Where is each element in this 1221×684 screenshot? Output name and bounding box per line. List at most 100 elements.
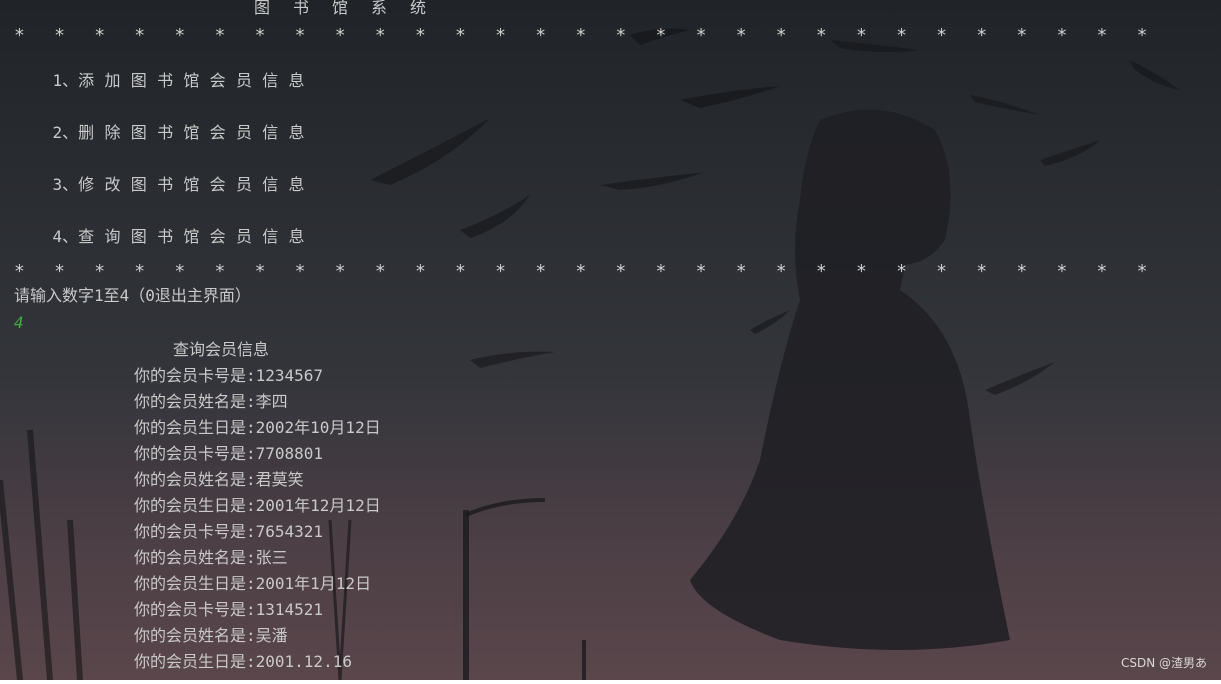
menu-char: 添 bbox=[78, 71, 95, 90]
menu-char: 信 bbox=[262, 71, 279, 90]
menu-item-2: 2、删除图书馆会员信息 bbox=[14, 103, 315, 163]
star-char: * bbox=[896, 261, 907, 282]
menu-char: 员 bbox=[235, 123, 252, 142]
star-char: * bbox=[575, 25, 587, 46]
star-char: * bbox=[294, 261, 306, 282]
star-char: * bbox=[495, 261, 506, 282]
record-line: 你的会员卡号是:1314521 bbox=[134, 600, 324, 619]
star-char: * bbox=[1136, 261, 1148, 282]
csdn-watermark: CSDN @渣男あ bbox=[1120, 656, 1207, 670]
star-char: * bbox=[1136, 25, 1148, 46]
star-char: * bbox=[334, 25, 346, 46]
menu-number: 3、 bbox=[52, 175, 79, 194]
menu-char: 会 bbox=[209, 71, 226, 90]
menu-char: 馆 bbox=[183, 71, 200, 90]
record-line: 你的会员姓名是:君莫笑 bbox=[134, 470, 304, 489]
star-char: * bbox=[414, 261, 426, 282]
menu-char: 员 bbox=[235, 227, 252, 246]
menu-char: 员 bbox=[235, 71, 252, 90]
star-char: * bbox=[615, 25, 627, 46]
star-char: * bbox=[735, 261, 747, 282]
record-line: 你的会员卡号是:7654321 bbox=[134, 522, 324, 541]
star-char: * bbox=[855, 261, 867, 282]
star-char: * bbox=[775, 261, 787, 282]
star-char: * bbox=[735, 25, 747, 46]
record-line: 你的会员姓名是:吴潘 bbox=[134, 626, 288, 645]
star-char: * bbox=[655, 261, 667, 282]
star-char: * bbox=[134, 261, 146, 282]
star-char: * bbox=[174, 261, 186, 282]
title-char: 统 bbox=[410, 0, 427, 17]
input-prompt: 请输入数字1至4（0退出主界面） bbox=[14, 286, 251, 305]
star-char: * bbox=[936, 261, 947, 282]
star-char: * bbox=[815, 25, 827, 46]
menu-char: 询 bbox=[104, 227, 121, 246]
menu-char: 查 bbox=[78, 227, 95, 246]
menu-char: 馆 bbox=[183, 227, 200, 246]
star-char: * bbox=[54, 261, 65, 282]
star-char: * bbox=[655, 25, 667, 46]
star-char: * bbox=[1096, 261, 1108, 282]
star-char: * bbox=[775, 25, 787, 46]
menu-char: 书 bbox=[157, 227, 174, 246]
menu-char: 图 bbox=[130, 123, 147, 142]
star-char: * bbox=[695, 25, 707, 46]
star-divider-top: * * * * * * * * * * * * * * * * * * * * * * * * * * * * * bbox=[14, 26, 1177, 46]
star-char: * bbox=[615, 261, 627, 282]
menu-char: 馆 bbox=[183, 175, 200, 194]
star-char: * bbox=[254, 261, 266, 282]
menu-item-4: 4、查询图书馆会员信息 bbox=[14, 207, 315, 267]
star-char: * bbox=[1016, 25, 1028, 46]
star-char: * bbox=[374, 261, 386, 282]
menu-char: 书 bbox=[157, 71, 174, 90]
menu-char: 会 bbox=[209, 227, 226, 246]
menu-char: 图 bbox=[130, 175, 147, 194]
menu-char: 修 bbox=[78, 175, 95, 194]
star-char: * bbox=[695, 261, 707, 282]
menu-text: 删除图书馆会员信息 bbox=[78, 123, 315, 142]
title-char: 馆 bbox=[332, 0, 349, 17]
menu-char: 会 bbox=[209, 175, 226, 194]
star-char: * bbox=[495, 25, 506, 46]
menu-char: 改 bbox=[104, 175, 121, 194]
menu-number: 1、 bbox=[52, 71, 79, 90]
menu-item-3: 3、修改图书馆会员信息 bbox=[14, 155, 315, 215]
menu-char: 信 bbox=[262, 123, 279, 142]
menu-char: 信 bbox=[262, 227, 279, 246]
star-char: * bbox=[174, 25, 186, 46]
star-char: * bbox=[94, 25, 106, 46]
menu-char: 加 bbox=[104, 71, 121, 90]
star-char: * bbox=[976, 261, 988, 282]
star-char: * bbox=[214, 261, 226, 282]
menu-char: 息 bbox=[288, 71, 305, 90]
query-title: 查询会员信息 bbox=[173, 340, 270, 359]
title-char: 书 bbox=[293, 0, 310, 17]
menu-char: 馆 bbox=[183, 123, 200, 142]
star-char: * bbox=[815, 261, 827, 282]
record-line: 你的会员生日是:2002年10月12日 bbox=[134, 418, 381, 437]
menu-char: 除 bbox=[104, 123, 121, 142]
menu-char: 息 bbox=[288, 227, 305, 246]
record-line: 你的会员生日是:2001年1月12日 bbox=[134, 574, 372, 593]
menu-char: 删 bbox=[78, 123, 95, 142]
star-char: * bbox=[535, 25, 547, 46]
menu-text: 查询图书馆会员信息 bbox=[78, 227, 315, 246]
star-char: * bbox=[936, 25, 947, 46]
star-char: * bbox=[54, 25, 65, 46]
star-char: * bbox=[535, 261, 547, 282]
star-divider-bottom: * * * * * * * * * * * * * * * * * * * * * * * * * * * * * bbox=[14, 262, 1177, 282]
star-char: * bbox=[1096, 25, 1108, 46]
user-input-echo: 4 bbox=[14, 313, 24, 332]
star-char: * bbox=[374, 25, 386, 46]
menu-char: 息 bbox=[288, 175, 305, 194]
star-char: * bbox=[14, 261, 25, 282]
star-char: * bbox=[14, 25, 25, 46]
menu-item-1: 1、添加图书馆会员信息 bbox=[14, 51, 315, 111]
record-line: 你的会员生日是:2001年12月12日 bbox=[134, 496, 381, 515]
menu-number: 2、 bbox=[52, 123, 79, 142]
star-char: * bbox=[214, 25, 226, 46]
menu-char: 员 bbox=[235, 175, 252, 194]
title-char: 系 bbox=[371, 0, 388, 17]
menu-text: 添加图书馆会员信息 bbox=[78, 71, 315, 90]
menu-char: 书 bbox=[157, 175, 174, 194]
